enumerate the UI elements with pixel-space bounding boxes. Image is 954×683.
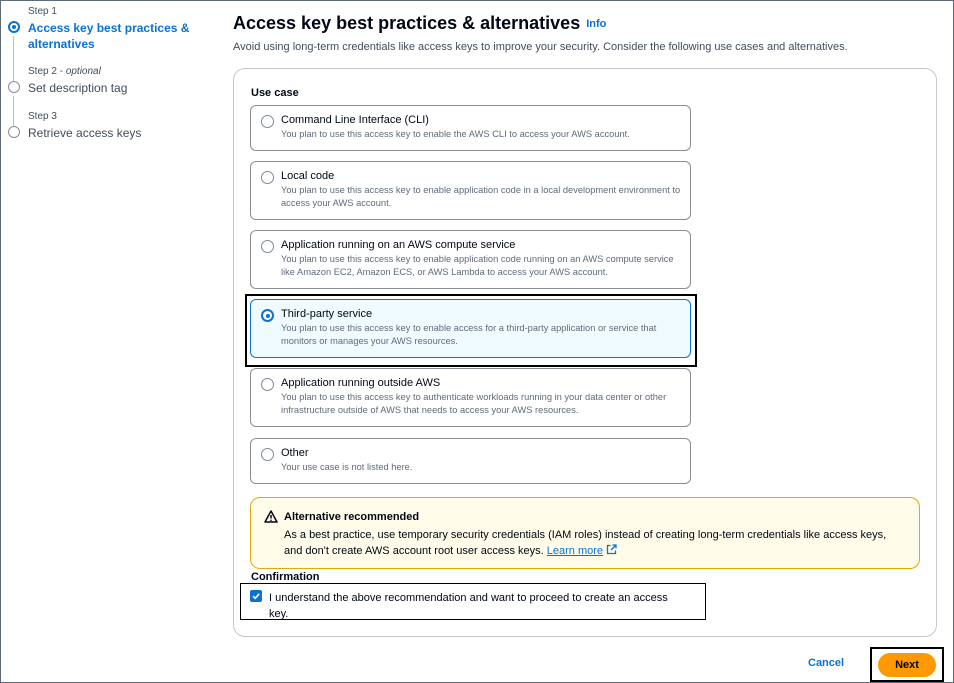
use-case-option-other[interactable]: Other Your use case is not listed here. (250, 438, 691, 484)
cancel-button[interactable]: Cancel (808, 657, 844, 669)
use-case-option-outside-aws[interactable]: Application running outside AWS You plan… (250, 368, 691, 427)
option-description: You plan to use this access key to authe… (281, 392, 667, 415)
alternative-recommended-alert: Alternative recommended As a best practi… (250, 497, 920, 569)
step-connector (13, 36, 14, 82)
option-description: Your use case is not listed here. (281, 462, 413, 472)
page-title: Access key best practices & alternatives… (233, 13, 606, 34)
learn-more-link[interactable]: Learn more (547, 545, 603, 557)
highlight-box-confirmation (240, 583, 706, 620)
option-title: Application running on an AWS compute se… (281, 239, 516, 251)
next-button[interactable]: Next (878, 653, 936, 677)
radio-button[interactable] (261, 240, 274, 253)
option-description: You plan to use this access key to enabl… (281, 185, 681, 208)
step-title: Set description tag (28, 81, 128, 95)
use-case-option-local-code[interactable]: Local code You plan to use this access k… (250, 161, 691, 220)
step-number: Step 2 - optional (28, 66, 101, 77)
option-title: Command Line Interface (CLI) (281, 114, 429, 126)
step-optional: optional (65, 66, 101, 77)
warning-icon (264, 510, 278, 523)
external-link-icon[interactable] (606, 544, 617, 555)
step-number: Step 3 (28, 111, 57, 122)
option-title: Other (281, 447, 309, 459)
radio-button[interactable] (261, 378, 274, 391)
step-active-indicator-icon (8, 21, 20, 33)
radio-button[interactable] (261, 115, 274, 128)
confirmation-label: Confirmation (251, 571, 320, 583)
page-description: Avoid using long-term credentials like a… (233, 41, 848, 53)
step-indicator-icon (8, 126, 20, 138)
step-title: Access key best practices & alternatives (28, 21, 190, 51)
use-case-label: Use case (251, 87, 299, 99)
radio-button[interactable] (261, 448, 274, 461)
option-title: Local code (281, 170, 335, 182)
step-title: Retrieve access keys (28, 126, 142, 140)
use-case-option-cli[interactable]: Command Line Interface (CLI) You plan to… (250, 105, 691, 151)
highlight-box-third-party (245, 294, 697, 367)
alert-text: As a best practice, use temporary securi… (284, 527, 904, 559)
step-number: Step 1 (28, 6, 57, 17)
step-indicator-icon (8, 81, 20, 93)
radio-button[interactable] (261, 171, 274, 184)
option-title: Application running outside AWS (281, 377, 441, 389)
option-description: You plan to use this access key to enabl… (281, 129, 630, 139)
info-link[interactable]: Info (586, 18, 606, 30)
page-title-text: Access key best practices & alternatives (233, 13, 581, 33)
option-description: You plan to use this access key to enabl… (281, 254, 674, 277)
alert-title: Alternative recommended (284, 511, 420, 523)
use-case-option-aws-compute[interactable]: Application running on an AWS compute se… (250, 230, 691, 289)
